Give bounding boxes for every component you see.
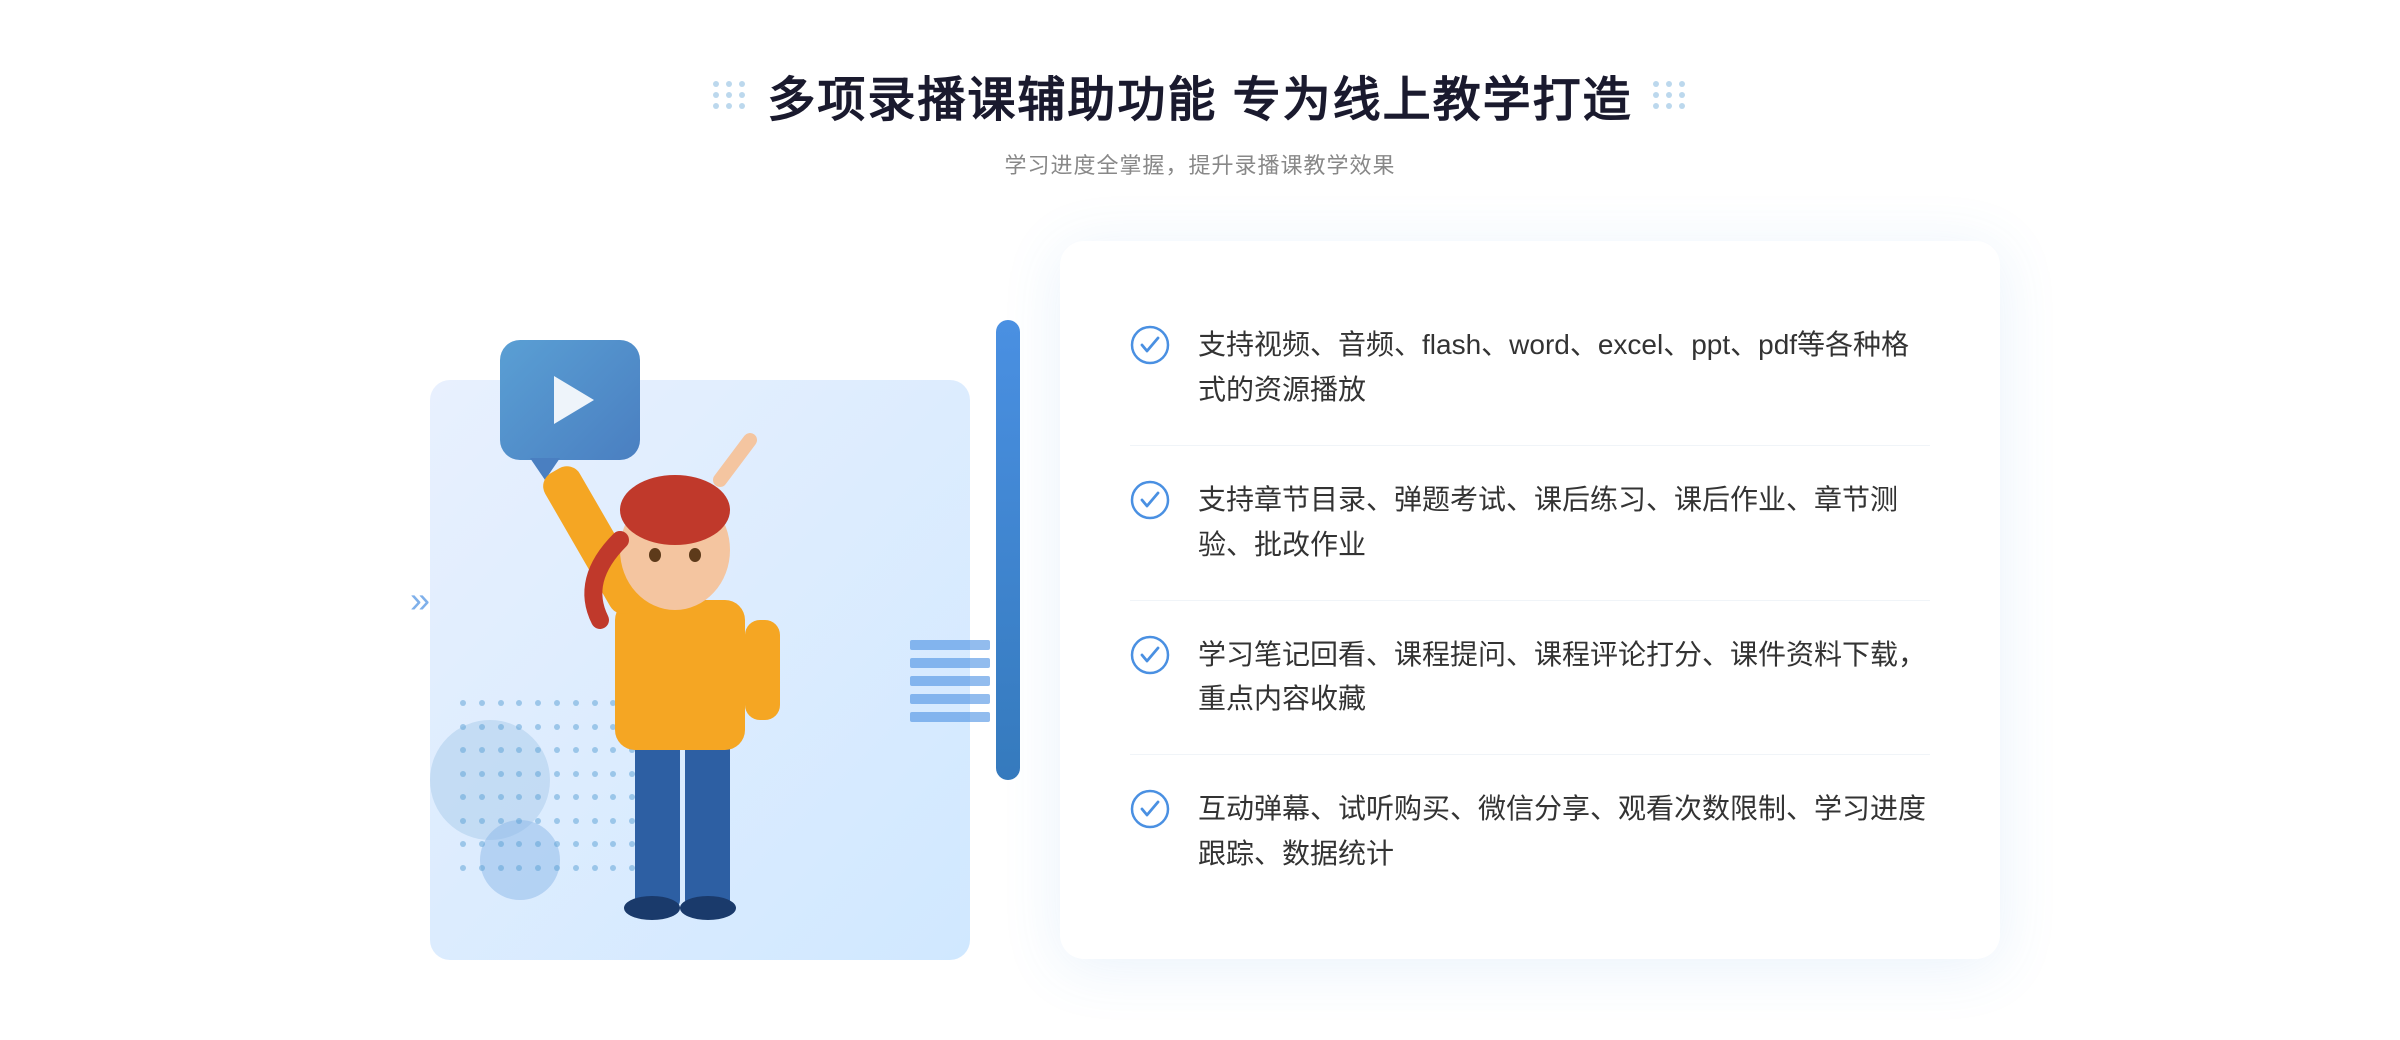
left-arrow-decoration: » [410,579,430,621]
feature-text-3: 学习笔记回看、课程提问、课程评论打分、课件资料下载，重点内容收藏 [1198,633,1930,723]
illustration-container: » [400,240,1080,960]
check-icon-2 [1130,480,1170,520]
feature-text-4: 互动弹幕、试听购买、微信分享、观看次数限制、学习进度跟踪、数据统计 [1198,787,1930,877]
feature-item-4: 互动弹幕、试听购买、微信分享、观看次数限制、学习进度跟踪、数据统计 [1130,755,1930,909]
person-illustration [520,380,840,960]
check-icon-3 [1130,635,1170,675]
right-dots-decoration [1653,81,1687,109]
content-area: » 支持视频、音频、flash、word、excel、ppt、pdf等各种格式的… [400,240,2000,960]
title-row: 多项录播课辅助功能 专为线上教学打造 [713,60,1686,130]
stripes-decoration [910,640,990,760]
features-card: 支持视频、音频、flash、word、excel、ppt、pdf等各种格式的资源… [1060,241,2000,958]
check-icon-1 [1130,325,1170,365]
feature-text-1: 支持视频、音频、flash、word、excel、ppt、pdf等各种格式的资源… [1198,323,1930,413]
feature-item-1: 支持视频、音频、flash、word、excel、ppt、pdf等各种格式的资源… [1130,291,1930,446]
page-subtitle: 学习进度全掌握，提升录播课教学效果 [713,148,1686,180]
left-dots-decoration [713,81,747,109]
check-icon-4 [1130,789,1170,829]
feature-text-2: 支持章节目录、弹题考试、课后练习、课后作业、章节测验、批改作业 [1198,478,1930,568]
feature-item-3: 学习笔记回看、课程提问、课程评论打分、课件资料下载，重点内容收藏 [1130,601,1930,756]
feature-item-2: 支持章节目录、弹题考试、课后练习、课后作业、章节测验、批改作业 [1130,446,1930,601]
header-section: 多项录播课辅助功能 专为线上教学打造 学习进度全掌握，提升录播课教学效果 [713,60,1686,180]
accent-bar [996,320,1020,780]
page-wrapper: 多项录播课辅助功能 专为线上教学打造 学习进度全掌握，提升录播课教学效果 [0,0,2400,1040]
page-title: 多项录播课辅助功能 专为线上教学打造 [767,60,1632,130]
